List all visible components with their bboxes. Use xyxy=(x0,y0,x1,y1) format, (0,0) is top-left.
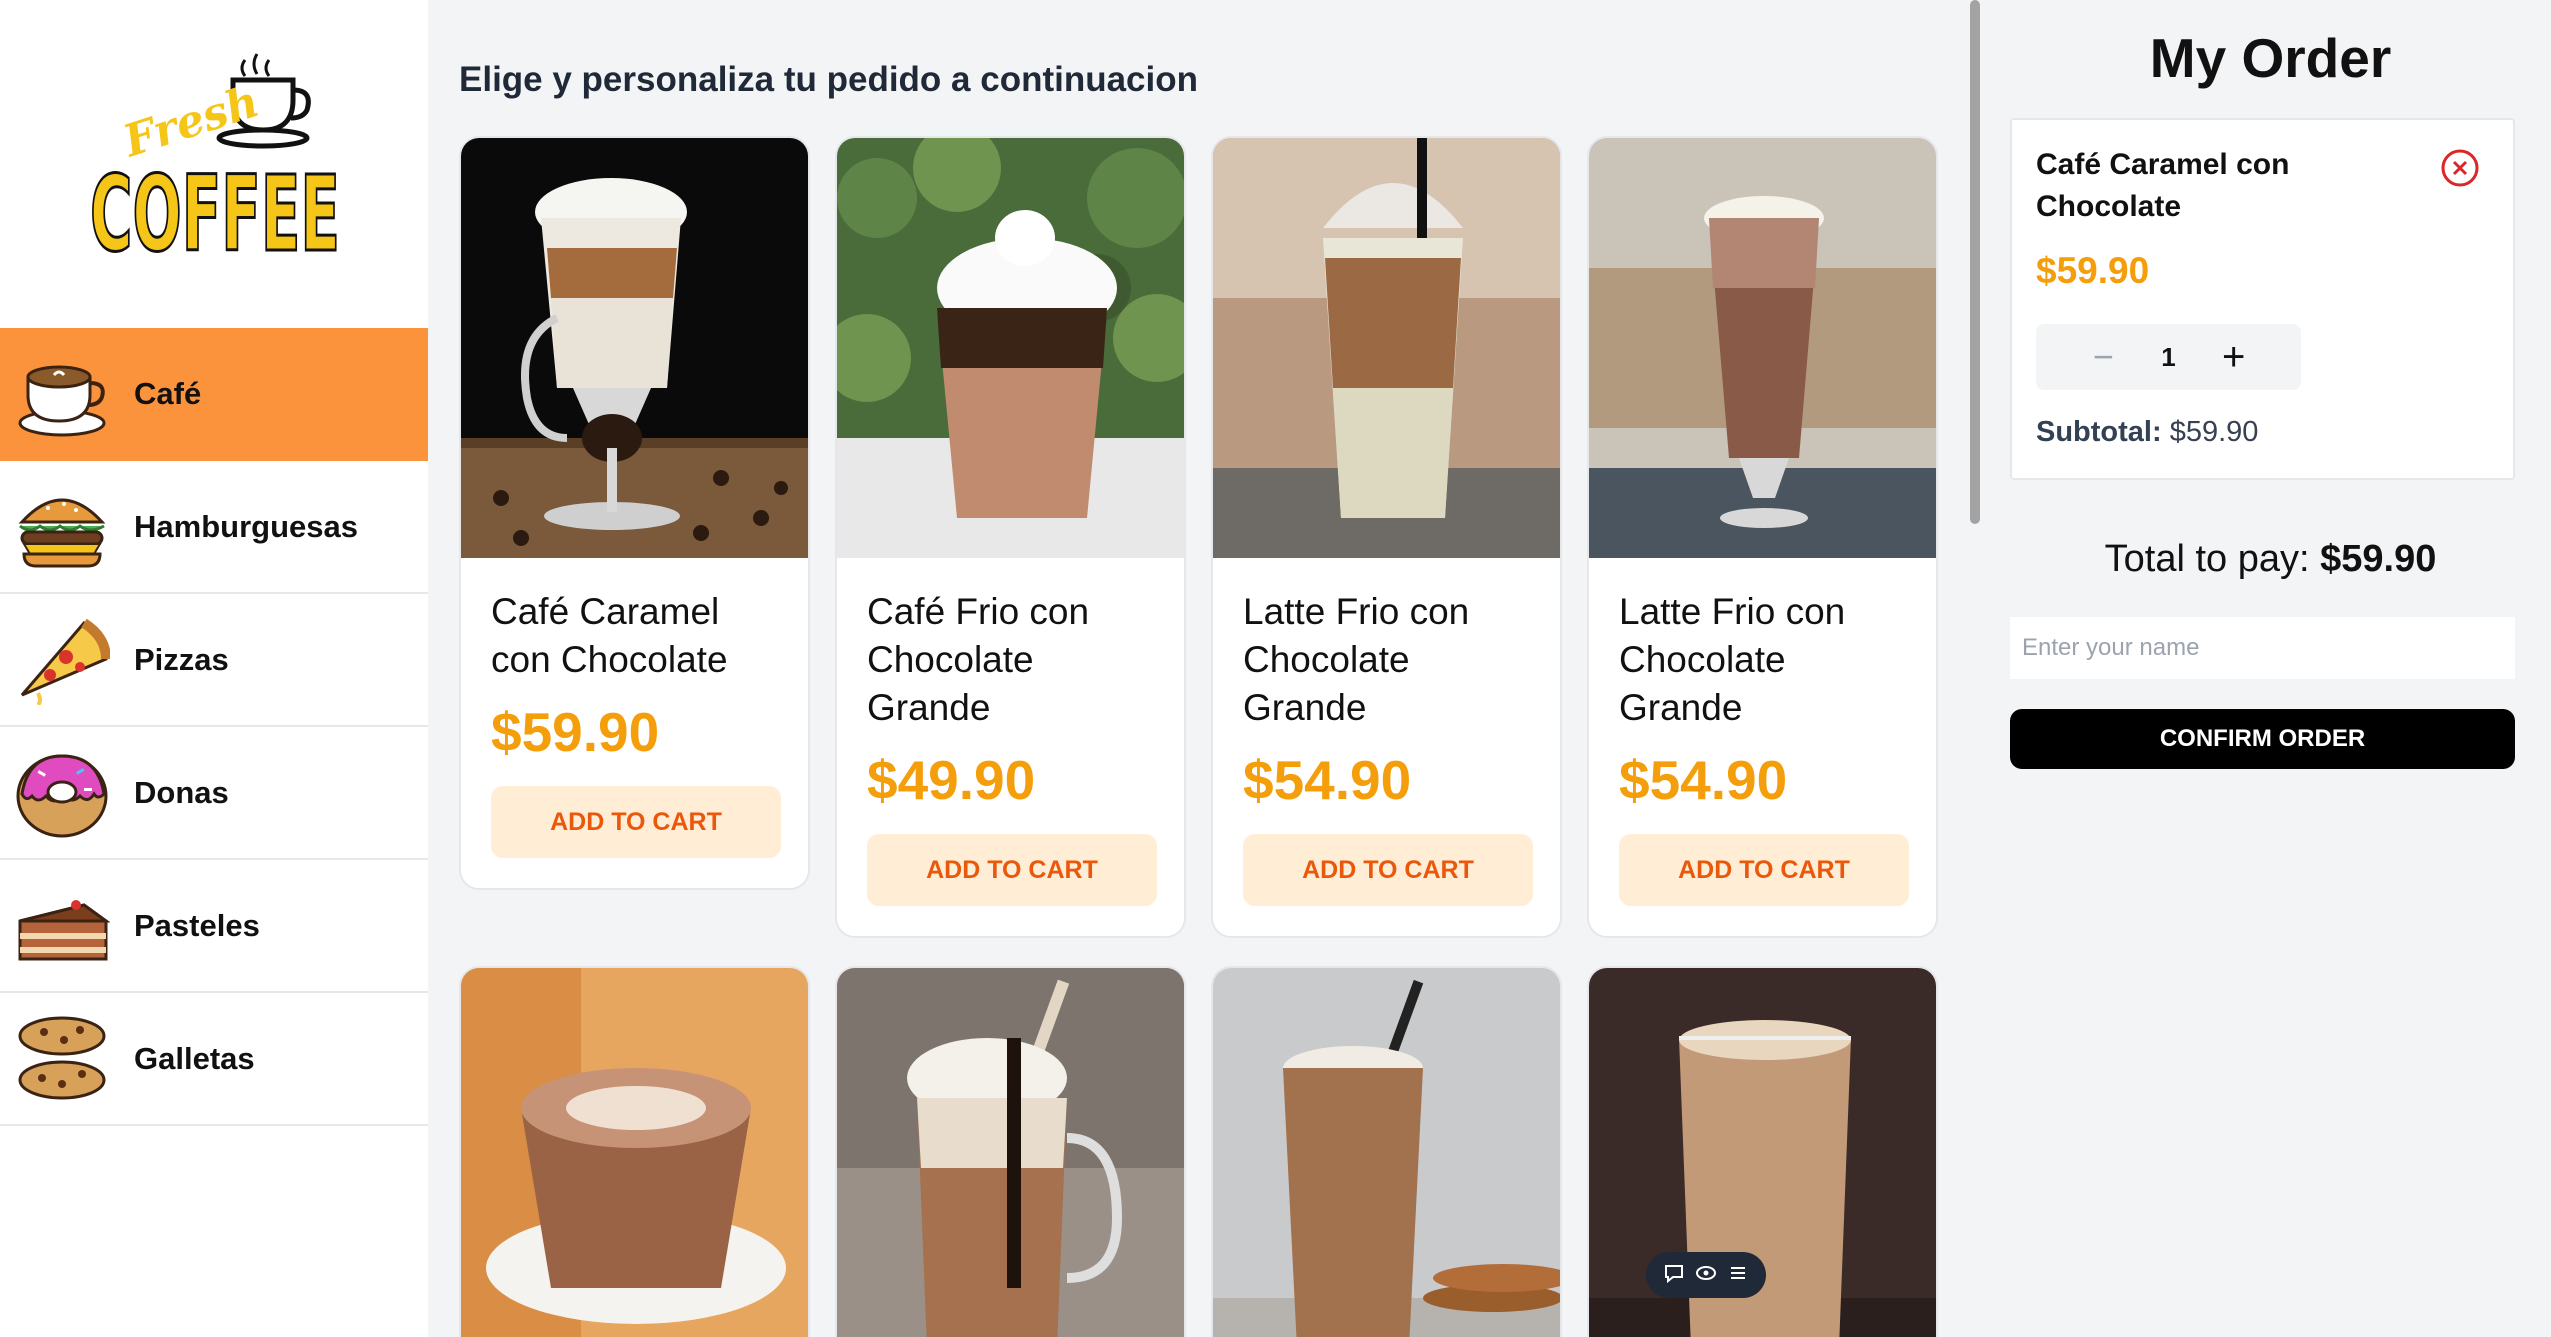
quantity-value: 1 xyxy=(2161,341,2176,372)
sidebar-item-galletas[interactable]: Galletas xyxy=(0,993,428,1126)
increase-quantity-button[interactable]: + xyxy=(2216,335,2252,380)
add-to-cart-button[interactable]: ADD TO CART xyxy=(1619,834,1909,906)
subtotal-label: Subtotal: xyxy=(2036,416,2162,448)
page-subtitle: Elige y personaliza tu pedido a continua… xyxy=(459,60,1198,99)
add-to-cart-button[interactable]: ADD TO CART xyxy=(491,786,781,858)
product-card xyxy=(459,966,810,1337)
product-card: Café Frio con Chocolate Grande $49.90 AD… xyxy=(835,136,1186,938)
total-value: $59.90 xyxy=(2320,538,2437,580)
sidebar: Fresh COFFEE Café Hamburguesas Pizzas Do… xyxy=(0,0,428,1337)
cookies-icon xyxy=(12,1009,112,1109)
quantity-stepper: − 1 + xyxy=(2036,324,2301,390)
order-panel: My Order Café Caramel con Chocolate $59.… xyxy=(1990,0,2551,1337)
donut-icon xyxy=(12,743,112,843)
category-list: Café Hamburguesas Pizzas Donas Pasteles … xyxy=(0,328,428,1126)
sidebar-item-label: Café xyxy=(134,375,202,411)
sidebar-item-label: Donas xyxy=(134,774,229,810)
sidebar-item-label: Galletas xyxy=(134,1040,255,1076)
order-title: My Order xyxy=(2149,27,2392,89)
sidebar-item-label: Pasteles xyxy=(134,907,260,943)
product-card xyxy=(1211,966,1562,1337)
add-to-cart-button[interactable]: ADD TO CART xyxy=(867,834,1157,906)
product-image xyxy=(461,138,808,558)
main-scrollbar[interactable] xyxy=(1970,0,1980,524)
product-name: Café Frio con Chocolate Grande xyxy=(867,591,1090,728)
order-item-name: Café Caramel con Chocolate xyxy=(2036,148,2290,223)
floating-toolbar xyxy=(1646,1252,1766,1298)
product-name: Latte Frio con Chocolate Grande xyxy=(1619,591,1846,728)
decrease-quantity-button[interactable]: − xyxy=(2085,336,2121,378)
list-icon[interactable] xyxy=(1727,1262,1749,1289)
product-card: Latte Frio con Chocolate Grande $54.90 A… xyxy=(1587,136,1938,938)
subtotal-value: $59.90 xyxy=(2169,416,2259,448)
sidebar-item-hamburguesas[interactable]: Hamburguesas xyxy=(0,461,428,594)
add-to-cart-button[interactable]: ADD TO CART xyxy=(1243,834,1533,906)
sidebar-item-donas[interactable]: Donas xyxy=(0,727,428,860)
product-image xyxy=(837,968,1184,1337)
customer-name-input[interactable] xyxy=(2010,617,2515,679)
coffee-cup-icon xyxy=(12,344,112,444)
product-image xyxy=(1213,968,1560,1337)
order-item: Café Caramel con Chocolate $59.90 − 1 + … xyxy=(2010,118,2515,480)
sidebar-item-label: Pizzas xyxy=(134,641,229,677)
product-image xyxy=(1213,138,1560,558)
product-card xyxy=(835,966,1186,1337)
product-image xyxy=(1589,138,1936,558)
product-card: Latte Frio con Chocolate Grande $54.90 A… xyxy=(1211,136,1562,938)
product-card: Café Caramel con Chocolate $59.90 ADD TO… xyxy=(459,136,810,890)
sidebar-item-pasteles[interactable]: Pasteles xyxy=(0,860,428,993)
product-price: $54.90 xyxy=(1619,749,1788,811)
chat-icon[interactable] xyxy=(1663,1262,1685,1289)
product-name: Latte Frio con Chocolate Grande xyxy=(1243,591,1470,728)
sidebar-item-label: Hamburguesas xyxy=(134,508,358,544)
product-price: $49.90 xyxy=(867,749,1036,811)
sidebar-item-pizzas[interactable]: Pizzas xyxy=(0,594,428,727)
subtotal: Subtotal: $59.90 xyxy=(2036,416,2258,449)
order-item-price: $59.90 xyxy=(2036,250,2150,291)
remove-item-icon[interactable] xyxy=(2440,148,2480,188)
sidebar-item-cafe[interactable]: Café xyxy=(0,328,428,461)
product-price: $59.90 xyxy=(491,701,660,763)
eye-icon[interactable] xyxy=(1695,1262,1717,1289)
pizza-slice-icon xyxy=(12,610,112,710)
burger-icon xyxy=(12,477,112,577)
product-price: $54.90 xyxy=(1243,749,1412,811)
product-image xyxy=(837,138,1184,558)
fresh-coffee-logo: Fresh COFFEE xyxy=(85,40,345,277)
svg-text:COFFEE: COFFEE xyxy=(90,153,340,270)
total-to-pay: Total to pay: $59.90 xyxy=(1990,538,2551,581)
product-name: Café Caramel con Chocolate xyxy=(491,591,728,680)
product-image xyxy=(461,968,808,1337)
total-label: Total to pay: xyxy=(2104,538,2310,580)
cake-slice-icon xyxy=(12,876,112,976)
product-area: Elige y personaliza tu pedido a continua… xyxy=(428,0,1968,1337)
confirm-order-button[interactable]: CONFIRM ORDER xyxy=(2010,709,2515,769)
